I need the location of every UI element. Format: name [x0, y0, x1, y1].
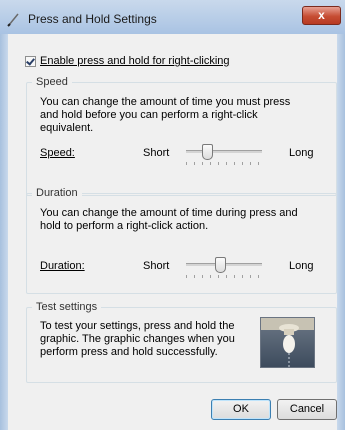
- enable-press-hold-checkbox[interactable]: [25, 55, 36, 67]
- duration-max-label: Long: [289, 260, 314, 272]
- ok-button[interactable]: OK: [211, 399, 271, 420]
- duration-slider-thumb[interactable]: [215, 257, 226, 273]
- duration-slider[interactable]: [186, 257, 262, 279]
- window-border-left: [0, 34, 8, 430]
- test-settings-group-label: Test settings: [32, 301, 102, 313]
- enable-press-hold-label: Enable press and hold for right-clicking: [40, 55, 230, 67]
- close-icon: x: [318, 8, 325, 22]
- duration-description: You can change the amount of time during…: [40, 207, 298, 232]
- test-description: To test your settings, press and hold th…: [40, 320, 235, 358]
- title-bar[interactable]: Press and Hold Settings x: [0, 0, 345, 34]
- speed-group-label: Speed: [32, 76, 72, 88]
- speed-max-label: Long: [289, 147, 314, 159]
- speed-slider-track: [186, 150, 262, 153]
- close-button[interactable]: x: [302, 6, 341, 25]
- press-hold-test-graphic[interactable]: [260, 317, 315, 368]
- light-bulb-graphic: [261, 318, 314, 367]
- speed-slider-ticks: [186, 162, 262, 166]
- dialog-window: Press and Hold Settings x Enable press a…: [0, 0, 345, 430]
- speed-slider[interactable]: [186, 144, 262, 166]
- pen-icon: [7, 13, 19, 27]
- window-border-right: [337, 34, 345, 430]
- cancel-button[interactable]: Cancel: [277, 399, 337, 420]
- speed-slider-thumb[interactable]: [202, 144, 213, 160]
- speed-min-label: Short: [143, 147, 170, 159]
- speed-description: You can change the amount of time you mu…: [40, 96, 291, 134]
- duration-slider-ticks: [186, 275, 262, 279]
- window-title: Press and Hold Settings: [28, 12, 157, 26]
- duration-group-label: Duration: [32, 187, 82, 199]
- duration-min-label: Short: [143, 260, 170, 272]
- speed-label: Speed:: [40, 147, 75, 159]
- enable-press-hold-row[interactable]: Enable press and hold for right-clicking: [25, 54, 230, 68]
- duration-label: Duration:: [40, 260, 85, 272]
